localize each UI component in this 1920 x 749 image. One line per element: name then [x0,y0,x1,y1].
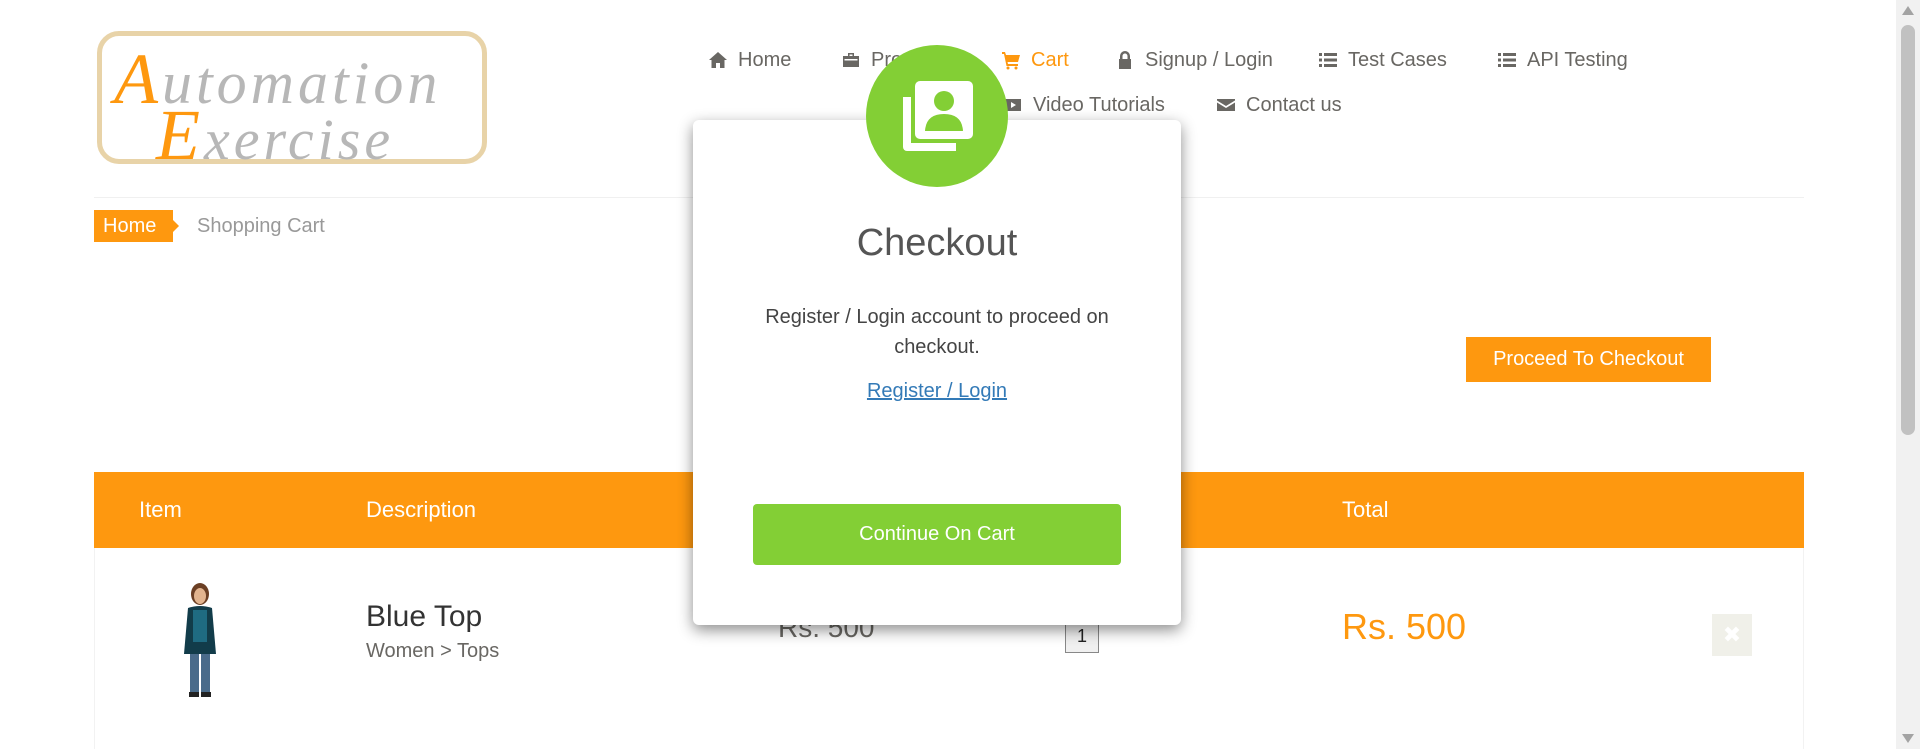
nav-cart[interactable]: Cart [1001,48,1069,72]
nav-test-cases[interactable]: Test Cases [1318,48,1447,72]
list-icon [1319,53,1337,67]
vertical-scrollbar[interactable] [1896,0,1920,749]
header-item: Item [139,497,182,522]
address-book-icon [903,81,973,151]
close-icon: ✖ [1722,622,1742,647]
product-total: Rs. 500 [1342,606,1467,647]
home-icon [709,52,727,68]
nav-test-cases-label: Test Cases [1348,48,1447,71]
envelope-icon [1217,99,1235,111]
page: Automation Exercise Home Products Cart S… [0,0,1896,749]
nav-cart-label: Cart [1031,48,1069,71]
scroll-up-arrow-icon[interactable] [1902,6,1914,15]
breadcrumb-current: Shopping Cart [197,215,325,237]
nav-video-tutorials[interactable]: Video Tutorials [1003,93,1165,117]
continue-on-cart-button[interactable]: Continue On Cart [753,504,1121,565]
logo-line-2: Exercise [156,95,395,175]
nav-api-testing[interactable]: API Testing [1497,48,1628,72]
header-total: Total [1342,497,1389,522]
briefcase-icon [843,53,859,67]
nav-signup-login[interactable]: Signup / Login [1115,48,1273,72]
product-category: Women > Tops [366,640,500,662]
nav-home[interactable]: Home [708,48,791,72]
modal-title: Checkout [856,222,1018,264]
modal-body-text: Register / Login account to proceed on c… [765,306,1109,358]
product-name[interactable]: Blue Top [366,600,482,634]
nav-contact-us[interactable]: Contact us [1216,93,1342,117]
modal-icon-badge [866,45,1008,187]
nav-api-testing-label: API Testing [1527,48,1628,71]
lock-icon [1119,51,1131,69]
shopping-cart-icon [1002,52,1020,70]
nav-video-tutorials-label: Video Tutorials [1033,93,1165,116]
nav-home-label: Home [738,48,792,71]
register-login-link[interactable]: Register / Login [693,380,1181,403]
breadcrumb-home[interactable]: Home [94,210,179,242]
scroll-down-arrow-icon[interactable] [1902,734,1914,743]
header-description: Description [366,497,477,522]
product-image[interactable] [150,580,250,700]
site-logo[interactable]: Automation Exercise [97,31,487,175]
scroll-thumb[interactable] [1901,25,1915,435]
nav-contact-us-label: Contact us [1246,93,1342,116]
delete-item-button[interactable]: ✖ [1712,614,1752,656]
list-icon [1498,53,1516,67]
proceed-to-checkout-button[interactable]: Proceed To Checkout [1466,337,1711,382]
nav-signup-login-label: Signup / Login [1145,48,1273,71]
